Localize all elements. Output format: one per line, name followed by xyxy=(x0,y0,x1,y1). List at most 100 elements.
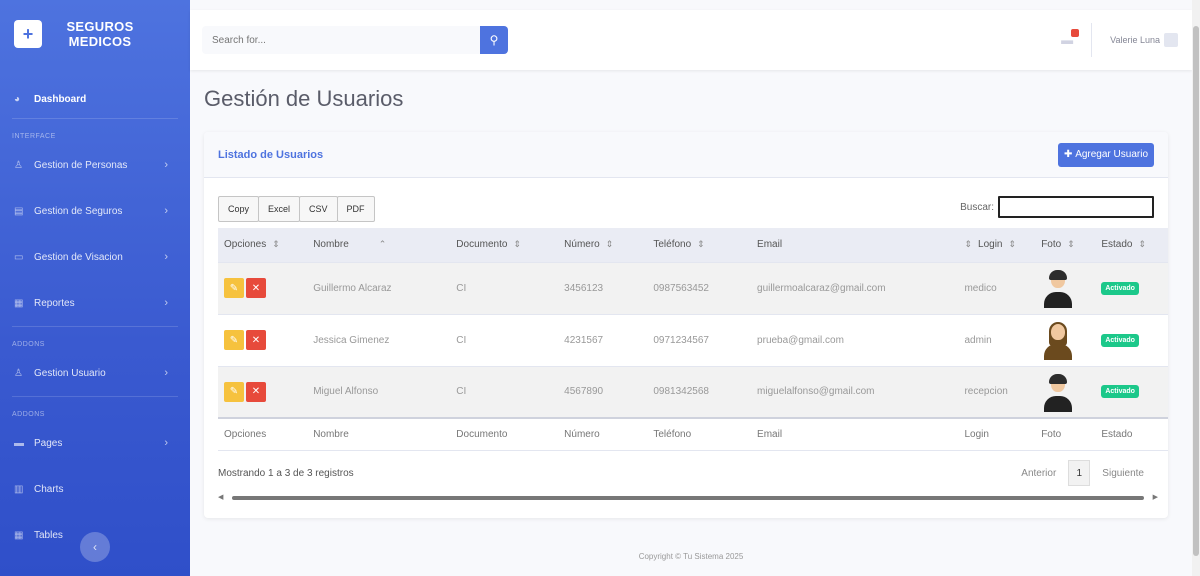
folder-icon: ▭ xyxy=(14,251,24,263)
topbar-divider xyxy=(1091,23,1093,57)
sidebar-item-personas[interactable]: ♙ Gestion de Personas › xyxy=(0,142,190,188)
col-documento[interactable]: Documento ⇕ xyxy=(450,228,558,262)
page-title: Gestión de Usuarios xyxy=(204,86,404,111)
user-photo xyxy=(1041,320,1075,360)
copy-button[interactable]: Copy xyxy=(218,196,260,222)
sidebar-item-usuarios[interactable]: ♙ Gestion Usuario › xyxy=(0,350,190,396)
pagination-next[interactable]: Siguiente xyxy=(1102,468,1144,479)
avatar[interactable] xyxy=(1164,33,1178,47)
chevron-right-icon: › xyxy=(164,297,168,309)
table-search-label: Buscar: xyxy=(960,201,994,213)
scroll-right-icon[interactable]: ▶ xyxy=(1153,493,1158,501)
dashboard-icon: ◕ xyxy=(14,93,21,105)
chevron-right-icon: › xyxy=(164,251,168,263)
col-nombre[interactable]: Nombre ⌃ xyxy=(307,228,450,262)
pagination-prev[interactable]: Anterior xyxy=(1021,468,1056,479)
cell-email: miguelalfonso@gmail.com xyxy=(751,365,959,418)
col-estado[interactable]: Estado ⇕ xyxy=(1095,228,1168,262)
sort-icon: ⇕ xyxy=(513,239,521,250)
close-icon: ✕ xyxy=(251,334,261,346)
table-row: ✎ ✕ Guillermo Alcaraz CI 3456123 09875634… xyxy=(218,261,1168,314)
sidebar-item-pages[interactable]: ▬ Pages › xyxy=(0,420,190,466)
search-button[interactable]: ⚲ xyxy=(480,26,508,54)
users-card: Listado de Usuarios ✚ Agregar Usuario Co… xyxy=(204,132,1168,518)
col-email[interactable]: Email xyxy=(751,228,958,262)
sort-icon: ⇕ xyxy=(1138,239,1147,250)
sidebar-toggle-button[interactable]: ‹ xyxy=(80,532,110,562)
sidebar-item-visacion[interactable]: ▭ Gestion de Visacion › xyxy=(0,234,190,280)
page-scrollbar[interactable] xyxy=(1192,0,1200,576)
delete-button[interactable]: ✕ xyxy=(246,330,266,350)
sort-icon: ⇕ xyxy=(1067,239,1075,250)
sidebar: + SEGUROS MEDICOS ◕ Dashboard INTERFACE ♙ G… xyxy=(0,0,190,576)
sort-icon: ⇕ xyxy=(605,239,614,250)
cell-telefono: 0971234567 xyxy=(647,313,752,366)
edit-button[interactable]: ✎ xyxy=(224,381,244,402)
brand[interactable]: + SEGUROS MEDICOS xyxy=(0,0,190,80)
page-scrollbar-thumb[interactable] xyxy=(1193,26,1199,556)
scroll-left-icon[interactable]: ◀ xyxy=(218,493,223,501)
sidebar-item-dashboard[interactable]: ◕ Dashboard xyxy=(0,80,190,118)
delete-button[interactable]: ✕ xyxy=(246,278,266,298)
pencil-icon: ✎ xyxy=(229,386,239,398)
user-icon: ♙ xyxy=(14,159,23,171)
sort-icon: ⇕ xyxy=(697,239,705,250)
cell-login: admin xyxy=(958,313,1036,366)
sort-icon: ⇕ xyxy=(272,239,280,250)
topbar: ⚲ ▬ Valerie Luna xyxy=(190,10,1192,70)
table-info: Mostrando 1 a 3 de 3 registros xyxy=(218,468,354,479)
sidebar-heading-addons-2: ADDONS xyxy=(12,411,45,418)
export-buttons: Copy Excel CSV PDF xyxy=(218,196,375,222)
user-photo xyxy=(1041,372,1075,412)
cell-numero: 3456123 xyxy=(558,261,648,314)
alerts-button[interactable]: ▬ xyxy=(1061,29,1080,47)
edit-button[interactable]: ✎ xyxy=(224,278,244,298)
cell-numero: 4567890 xyxy=(558,365,648,418)
sidebar-item-charts[interactable]: ▥ Charts xyxy=(0,466,190,512)
cell-email: guillermoalcaraz@gmail.com xyxy=(751,261,959,314)
table-search-input[interactable] xyxy=(998,196,1154,218)
scrollbar-thumb[interactable] xyxy=(232,496,1144,500)
plus-icon: ✚ xyxy=(1064,149,1076,160)
pagination-page-1[interactable]: 1 xyxy=(1068,460,1091,486)
col-foto[interactable]: Foto ⇕ xyxy=(1035,228,1095,262)
cell-nombre: Jessica Gimenez xyxy=(307,313,451,366)
brand-line2: MEDICOS xyxy=(68,34,132,49)
sidebar-item-reportes[interactable]: ▦ Reportes › xyxy=(0,280,190,326)
cell-nombre: Miguel Alfonso xyxy=(307,365,451,418)
close-icon: ✕ xyxy=(251,282,261,294)
sort-icon: ⇕ xyxy=(964,239,973,250)
sort-icon: ⇕ xyxy=(1008,239,1017,250)
col-numero[interactable]: Número ⇕ xyxy=(558,228,647,262)
cell-documento: CI xyxy=(450,261,559,314)
delete-button[interactable]: ✕ xyxy=(246,381,266,402)
sidebar-heading-addons: ADDONS xyxy=(12,341,45,348)
col-telefono[interactable]: Teléfono ⇕ xyxy=(647,228,751,262)
chevron-right-icon: › xyxy=(164,159,168,171)
table-row: ✎ ✕ Miguel Alfonso CI 4567890 0981342568 … xyxy=(218,365,1168,418)
users-table: Opciones ⇕ Nombre ⌃ Documento ⇕ Número ⇕ Tel… xyxy=(218,228,1168,451)
pagination: Anterior 1 Siguiente xyxy=(1021,460,1144,486)
cell-telefono: 0981342568 xyxy=(647,365,752,418)
add-user-button[interactable]: ✚ Agregar Usuario xyxy=(1058,142,1154,167)
status-badge: Activado xyxy=(1101,385,1139,399)
search-input[interactable] xyxy=(202,26,480,54)
pdf-button[interactable]: PDF xyxy=(336,196,375,222)
cell-email: prueba@gmail.com xyxy=(751,313,959,366)
alert-badge xyxy=(1071,29,1080,37)
sidebar-item-seguros[interactable]: ▤ Gestion de Seguros › xyxy=(0,188,190,234)
card-title: Listado de Usuarios xyxy=(218,148,324,161)
excel-button[interactable]: Excel xyxy=(258,196,301,222)
table-horizontal-scrollbar[interactable]: ◀ ▶ xyxy=(218,494,1158,502)
user-name[interactable]: Valerie Luna xyxy=(1110,35,1160,45)
col-login[interactable]: ⇕ Login ⇕ xyxy=(958,228,1035,262)
pencil-icon: ✎ xyxy=(229,282,239,294)
edit-button[interactable]: ✎ xyxy=(224,330,244,350)
csv-button[interactable]: CSV xyxy=(299,196,338,222)
cell-numero: 4231567 xyxy=(558,313,648,366)
report-icon: ▦ xyxy=(14,297,24,309)
cell-documento: CI xyxy=(450,365,559,418)
footer-copyright: Copyright © Tu Sistema 2025 xyxy=(638,552,744,561)
col-opciones[interactable]: Opciones ⇕ xyxy=(218,228,307,262)
sidebar-divider xyxy=(12,326,178,327)
